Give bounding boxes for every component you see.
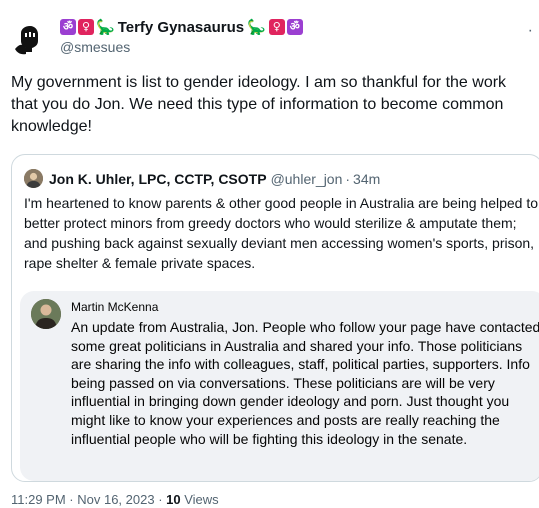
tweet-timestamp[interactable]: 11:29 PM · Nov 16, 2023 <box>11 492 155 507</box>
raised-fist-avatar-icon <box>11 19 49 57</box>
views-label: Views <box>184 492 219 507</box>
quoted-author-handle[interactable]: @uhler_jon <box>271 171 343 187</box>
female-sign-badge-icon: ♀ <box>268 19 285 35</box>
dinosaur-icon: 🦕 <box>247 18 266 36</box>
author-avatar[interactable] <box>11 19 49 57</box>
footer-separator: · <box>154 492 167 507</box>
quoted-tweet-text: I'm heartened to know parents & other go… <box>24 195 539 271</box>
person-avatar-icon <box>24 169 43 188</box>
author-name-text: Terfy Gynasaurus <box>117 18 245 36</box>
quoted-author-avatar[interactable] <box>24 169 43 188</box>
comment-text: An update from Australia, Jon. People wh… <box>71 319 539 447</box>
female-sign-badge-icon: ♀ <box>78 19 94 35</box>
embedded-comment-card: Martin McKenna An update from Australia,… <box>20 291 539 481</box>
dinosaur-icon: 🦕 <box>96 18 115 36</box>
quoted-tweet[interactable]: Jon K. Uhler, LPC, CCTP, CSOTP @uhler_jo… <box>11 154 539 482</box>
meta-separator: · <box>345 170 351 187</box>
commenter-name: Martin McKenna <box>71 300 159 314</box>
quoted-tweet-time[interactable]: 34m <box>353 171 380 187</box>
quoted-author-name[interactable]: Jon K. Uhler, LPC, CCTP, CSOTP <box>49 171 267 187</box>
person-avatar-icon <box>31 299 61 329</box>
quoted-tweet-header: Jon K. Uhler, LPC, CCTP, CSOTP @uhler_jo… <box>24 169 380 188</box>
tweet-footer: 11:29 PM · Nov 16, 2023 · 10 Views <box>11 492 219 507</box>
author-display-name[interactable]: ॐ ♀ 🦕 Terfy Gynasaurus 🦕 ♀ ॐ <box>60 18 305 36</box>
author-handle[interactable]: @smesues <box>60 39 130 55</box>
commenter-avatar <box>31 299 61 329</box>
views-count: 10 <box>166 492 181 507</box>
om-badge-icon: ॐ <box>286 19 303 35</box>
tweet-text: My government is list to gender ideology… <box>11 74 507 135</box>
om-badge-icon: ॐ <box>60 19 76 35</box>
more-options-icon[interactable]: · <box>528 22 533 40</box>
